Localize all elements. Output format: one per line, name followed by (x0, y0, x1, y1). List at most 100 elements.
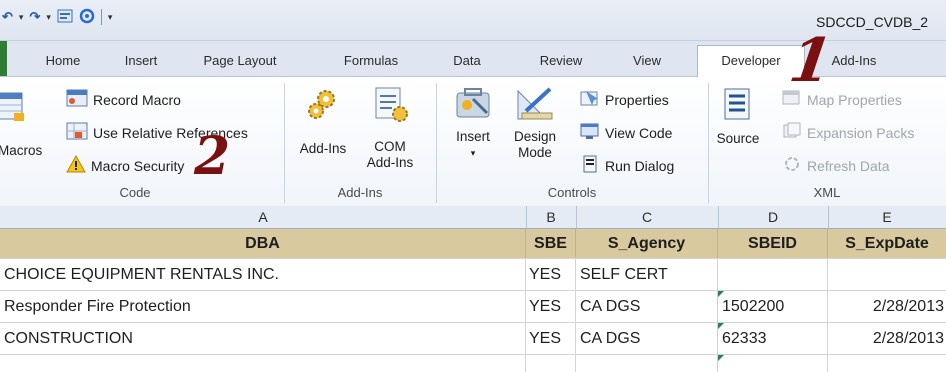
cell-sbeid[interactable]: 62333 (718, 323, 828, 354)
form-icon[interactable] (57, 9, 73, 26)
record-macro-button[interactable]: Record Macro (66, 89, 181, 110)
qat-separator (100, 9, 102, 25)
number-as-text-indicator (718, 323, 724, 329)
cell-sbe[interactable]: YES (526, 259, 576, 290)
redo-dropdown-icon[interactable]: ▾ (46, 12, 51, 23)
properties-label: Properties (605, 91, 669, 108)
column-header-c[interactable]: C (576, 206, 719, 228)
cell-dba[interactable]: Responder Fire Protection (0, 291, 526, 322)
design-mode-line1: Design (513, 129, 557, 144)
source-button[interactable]: Source (712, 87, 764, 147)
column-header-a[interactable]: A (0, 206, 527, 228)
tab-page-layout[interactable]: Page Layout (184, 47, 296, 75)
cell-sbe[interactable] (526, 355, 576, 372)
insert-control-button[interactable]: Insert ▾ (448, 85, 498, 161)
annotation-number-one: 1 (785, 26, 837, 96)
macro-security-button[interactable]: Macro Security (66, 154, 185, 176)
cell-s-expdate[interactable] (828, 259, 946, 290)
header-cell-sbeid[interactable]: SBEID (718, 229, 828, 258)
run-dialog-label: Run Dialog (605, 157, 675, 174)
undo-icon[interactable]: ↶ (2, 9, 13, 25)
cell-sbe[interactable]: YES (526, 291, 576, 322)
cell-sbeid[interactable] (718, 355, 828, 372)
macro-security-label: Macro Security (91, 157, 185, 174)
code-group-label: Code (119, 185, 151, 200)
header-cell-s-expdate[interactable]: S_ExpDate (828, 229, 946, 258)
com-add-ins-icon (370, 87, 410, 127)
cell-dba[interactable]: CONSTRUCTION (0, 323, 526, 354)
controls-group-label: Controls (547, 185, 597, 200)
number-as-text-indicator (718, 355, 724, 361)
cell-dba[interactable]: CHOICE EQUIPMENT RENTALS INC. (0, 259, 526, 290)
column-header-e[interactable]: E (828, 206, 946, 228)
cell-s-agency[interactable]: CA DGS (576, 291, 718, 322)
view-code-icon (580, 122, 600, 143)
add-ins-group-label: Add-Ins (337, 185, 383, 200)
view-code-label: View Code (605, 124, 673, 141)
cell-s-expdate[interactable]: 2/28/2013 (828, 291, 946, 322)
add-ins-button[interactable]: Add-Ins (296, 87, 350, 157)
com-add-ins-button[interactable]: COM Add-Ins (360, 87, 420, 171)
tab-review[interactable]: Review (525, 47, 597, 75)
toolbox-icon (453, 85, 493, 127)
com-label-line2: Add-Ins (366, 155, 414, 170)
run-dialog-icon (580, 155, 600, 176)
cell-sbeid[interactable] (718, 259, 828, 290)
cell-s-expdate[interactable] (828, 355, 946, 372)
header-cell-sbe[interactable]: SBE (526, 229, 576, 258)
table-row-partial (0, 355, 946, 372)
tab-formulas[interactable]: Formulas (330, 47, 412, 75)
macros-label: Macros (0, 143, 43, 158)
table-header-row: DBA SBE S_Agency SBEID S_ExpDate (0, 229, 946, 259)
run-dialog-button[interactable]: Run Dialog (580, 155, 674, 176)
record-macro-icon (66, 89, 88, 110)
properties-button[interactable]: Properties (580, 89, 669, 110)
refresh-data-label: Refresh Data (807, 157, 890, 174)
tab-insert[interactable]: Insert (113, 47, 169, 75)
expansion-packs-button[interactable]: Expansion Packs (782, 122, 914, 143)
cell-s-agency[interactable] (576, 355, 718, 372)
column-header-b[interactable]: B (526, 206, 577, 228)
redo-icon[interactable]: ↷ (29, 9, 40, 25)
cell-sbeid[interactable]: 1502200 (718, 291, 828, 322)
cell-s-agency[interactable]: CA DGS (576, 323, 718, 354)
ribbon-developer: Macros Record Macro Use Relative Referen… (0, 77, 946, 207)
table-row: CONSTRUCTION YES CA DGS 62333 2/28/2013 (0, 323, 946, 355)
undo-dropdown-icon[interactable]: ▾ (19, 12, 24, 23)
column-header-d[interactable]: D (718, 206, 829, 228)
refresh-data-button[interactable]: Refresh Data (782, 155, 889, 176)
header-cell-s-agency[interactable]: S_Agency (576, 229, 718, 258)
header-cell-dba[interactable]: DBA (0, 229, 526, 258)
relative-references-icon (66, 122, 88, 143)
view-code-button[interactable]: View Code (580, 122, 672, 143)
cell-sbe[interactable]: YES (526, 323, 576, 354)
cell-s-agency[interactable]: SELF CERT (576, 259, 718, 290)
macros-icon (0, 91, 26, 128)
record-macro-label: Record Macro (93, 91, 181, 108)
tab-view[interactable]: View (618, 47, 676, 75)
quick-access-toolbar: ↶ ▾ ↷ ▾ ▾ (0, 6, 112, 28)
add-ins-label: Add-Ins (299, 141, 347, 156)
customize-qat-icon[interactable]: ▾ (108, 12, 113, 23)
design-mode-button[interactable]: Design Mode (508, 85, 562, 161)
table-row: CHOICE EQUIPMENT RENTALS INC. YES SELF C… (0, 259, 946, 291)
tab-home[interactable]: Home (32, 47, 94, 75)
cell-sbeid-value: 1502200 (722, 297, 785, 315)
design-mode-icon (514, 85, 556, 127)
insert-dropdown-icon: ▾ (470, 148, 476, 158)
expansion-packs-label: Expansion Packs (807, 124, 915, 141)
number-as-text-indicator (718, 291, 724, 297)
source-label: Source (716, 131, 760, 146)
cell-s-expdate[interactable]: 2/28/2013 (828, 323, 946, 354)
cell-dba[interactable] (0, 355, 526, 372)
tab-data[interactable]: Data (440, 47, 494, 75)
circle-icon[interactable] (79, 8, 95, 27)
com-label-line1: COM (374, 139, 406, 154)
group-separator (436, 83, 437, 203)
column-headers: A B C D E (0, 206, 946, 229)
expansion-packs-icon (782, 122, 802, 143)
design-mode-line2: Mode (518, 145, 552, 160)
gears-icon (306, 87, 340, 125)
xml-group-label: XML (813, 185, 841, 200)
file-tab-edge[interactable] (0, 41, 7, 76)
